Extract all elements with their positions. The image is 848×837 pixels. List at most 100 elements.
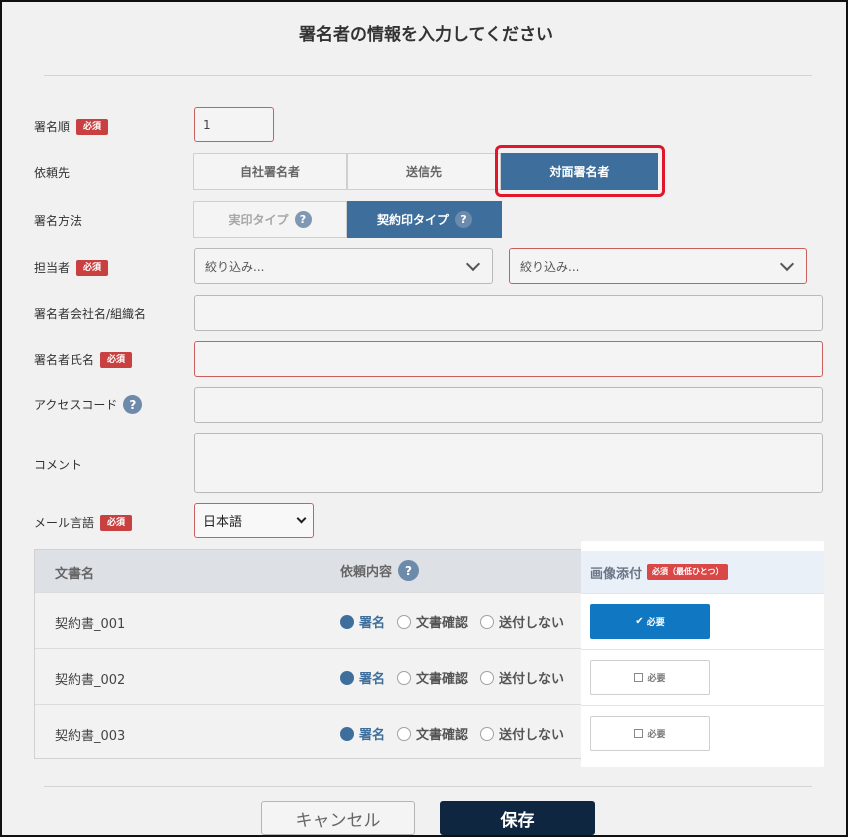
company-label: 署名者会社名/組織名 xyxy=(34,307,147,321)
required-min-one-badge: 必須（最低ひとつ） xyxy=(647,564,729,580)
radio-do-not-send-label: 送付しない xyxy=(499,616,565,631)
image-required-toggle[interactable]: 必要 xyxy=(590,716,710,751)
radio-do-not-send-label: 送付しない xyxy=(499,672,565,687)
checkbox-icon xyxy=(634,729,644,738)
image-required-toggle[interactable]: ✔ 必要 xyxy=(590,604,710,639)
radio-dot[interactable] xyxy=(480,614,495,629)
selection-highlight-box xyxy=(495,145,665,197)
modal-title: 署名者の情報を入力してください xyxy=(299,25,553,45)
signer-name-label: 署名者氏名 必須 xyxy=(34,351,133,368)
doc-name-cell: 契約書_003 xyxy=(55,729,126,744)
assignee-label-text: 担当者 xyxy=(34,261,71,275)
sign-method-jitsuin-label: 実印タイプ xyxy=(228,213,289,227)
radio-dot[interactable] xyxy=(397,614,412,629)
help-icon[interactable]: ? xyxy=(123,395,143,414)
chevron-down-icon xyxy=(465,256,481,271)
radio-doc-confirm-label: 文書確認 xyxy=(416,616,469,631)
radio-dot[interactable] xyxy=(480,670,495,685)
access-code-label-text: アクセスコード xyxy=(34,398,118,412)
company-input[interactable] xyxy=(194,295,823,331)
header-request-content-text: 依頼内容 xyxy=(340,565,393,580)
image-attach-header: 画像添付 必須（最低ひとつ） xyxy=(581,551,824,593)
radio-doc-confirm[interactable]: 文書確認 xyxy=(397,612,468,631)
radio-doc-confirm[interactable]: 文書確認 xyxy=(397,668,468,687)
checkbox-icon xyxy=(634,673,644,682)
radio-sign[interactable]: 署名 xyxy=(340,612,385,631)
request-radio-group: 署名 文書確認 送付しない xyxy=(340,612,576,631)
radio-dot[interactable] xyxy=(397,726,412,741)
sign-method-jitsuin[interactable]: 実印タイプ ? xyxy=(193,201,347,238)
radio-do-not-send[interactable]: 送付しない xyxy=(480,668,564,687)
help-icon[interactable]: ? xyxy=(455,211,472,228)
image-attach-row: ✔ 必要 xyxy=(581,593,824,649)
sign-method-contract-seal[interactable]: 契約印タイプ ? xyxy=(347,201,502,238)
radio-sign[interactable]: 署名 xyxy=(340,668,385,687)
mail-language-select[interactable]: 日本語 xyxy=(194,503,314,538)
image-required-label: 必要 xyxy=(647,730,666,740)
request-radio-group: 署名 文書確認 送付しない xyxy=(340,724,576,743)
image-attach-row: 必要 xyxy=(581,705,824,761)
help-icon[interactable]: ? xyxy=(398,560,420,581)
radio-sign[interactable]: 署名 xyxy=(340,724,385,743)
assignee-filter-2-placeholder: 絞り込み... xyxy=(520,259,580,274)
header-request-content: 依頼内容 ? xyxy=(340,560,420,581)
image-required-toggle[interactable]: 必要 xyxy=(590,660,710,695)
assignee-filter-select-2[interactable]: 絞り込み... xyxy=(509,248,807,284)
radio-dot[interactable] xyxy=(340,670,354,685)
image-attach-header-text: 画像添付 xyxy=(590,566,643,582)
required-badge: 必須 xyxy=(76,259,109,276)
sign-order-label: 署名順 必須 xyxy=(34,118,109,135)
check-icon: ✔ xyxy=(635,616,644,627)
mail-language-label: メール言語 必須 xyxy=(34,514,133,531)
request-target-recipient[interactable]: 送信先 xyxy=(347,153,501,190)
mail-language-value: 日本語 xyxy=(203,515,243,530)
chevron-down-icon xyxy=(296,513,307,524)
radio-dot[interactable] xyxy=(340,726,354,741)
access-code-label: アクセスコード ? xyxy=(34,395,143,414)
radio-dot[interactable] xyxy=(340,614,354,629)
header-doc-name: 文書名 xyxy=(55,567,95,582)
radio-do-not-send-label: 送付しない xyxy=(499,728,565,743)
doc-name-cell: 契約書_002 xyxy=(55,673,126,688)
chevron-down-icon xyxy=(779,256,795,271)
sign-order-input[interactable]: 1 xyxy=(194,107,274,142)
assignee-label: 担当者 必須 xyxy=(34,259,109,276)
radio-sign-label: 署名 xyxy=(359,728,386,743)
radio-sign-label: 署名 xyxy=(359,672,386,687)
radio-dot[interactable] xyxy=(480,726,495,741)
doc-name-cell: 契約書_001 xyxy=(55,617,126,632)
signer-name-input[interactable] xyxy=(194,341,823,377)
save-button[interactable]: 保存 xyxy=(440,801,595,835)
signer-info-modal: 署名者の情報を入力してください 署名順 必須 1 依頼先 自社署名者 送信先 対… xyxy=(0,0,848,837)
required-badge: 必須 xyxy=(100,514,133,531)
radio-dot[interactable] xyxy=(397,670,412,685)
image-attach-panel: 画像添付 必須（最低ひとつ） ✔ 必要 必要 必要 xyxy=(581,541,824,767)
image-required-label: 必要 xyxy=(647,674,666,684)
radio-doc-confirm-label: 文書確認 xyxy=(416,672,469,687)
radio-doc-confirm-label: 文書確認 xyxy=(416,728,469,743)
radio-do-not-send[interactable]: 送付しない xyxy=(480,724,564,743)
sign-method-segment: 実印タイプ ? 契約印タイプ ? xyxy=(193,201,502,238)
radio-do-not-send[interactable]: 送付しない xyxy=(480,612,564,631)
help-icon[interactable]: ? xyxy=(294,211,312,228)
radio-doc-confirm[interactable]: 文書確認 xyxy=(397,724,468,743)
image-required-label: 必要 xyxy=(646,618,665,628)
access-code-input[interactable] xyxy=(194,387,823,423)
divider-top xyxy=(44,75,812,76)
cancel-button[interactable]: キャンセル xyxy=(261,801,415,835)
divider-bottom xyxy=(44,786,812,787)
radio-sign-label: 署名 xyxy=(359,616,386,631)
required-badge: 必須 xyxy=(76,118,109,135)
comment-textarea[interactable] xyxy=(194,433,823,493)
assignee-filter-select-1[interactable]: 絞り込み... xyxy=(194,248,493,284)
request-target-own-signer[interactable]: 自社署名者 xyxy=(193,153,347,190)
assignee-filter-1-placeholder: 絞り込み... xyxy=(205,259,265,274)
sign-method-contract-seal-label: 契約印タイプ xyxy=(376,213,449,227)
sign-method-label: 署名方法 xyxy=(34,214,83,228)
mail-language-label-text: メール言語 xyxy=(34,516,95,530)
comment-label: コメント xyxy=(34,458,83,472)
sign-order-label-text: 署名順 xyxy=(34,120,71,134)
required-badge: 必須 xyxy=(100,351,133,368)
image-attach-row: 必要 xyxy=(581,649,824,705)
signer-name-label-text: 署名者氏名 xyxy=(34,353,95,367)
